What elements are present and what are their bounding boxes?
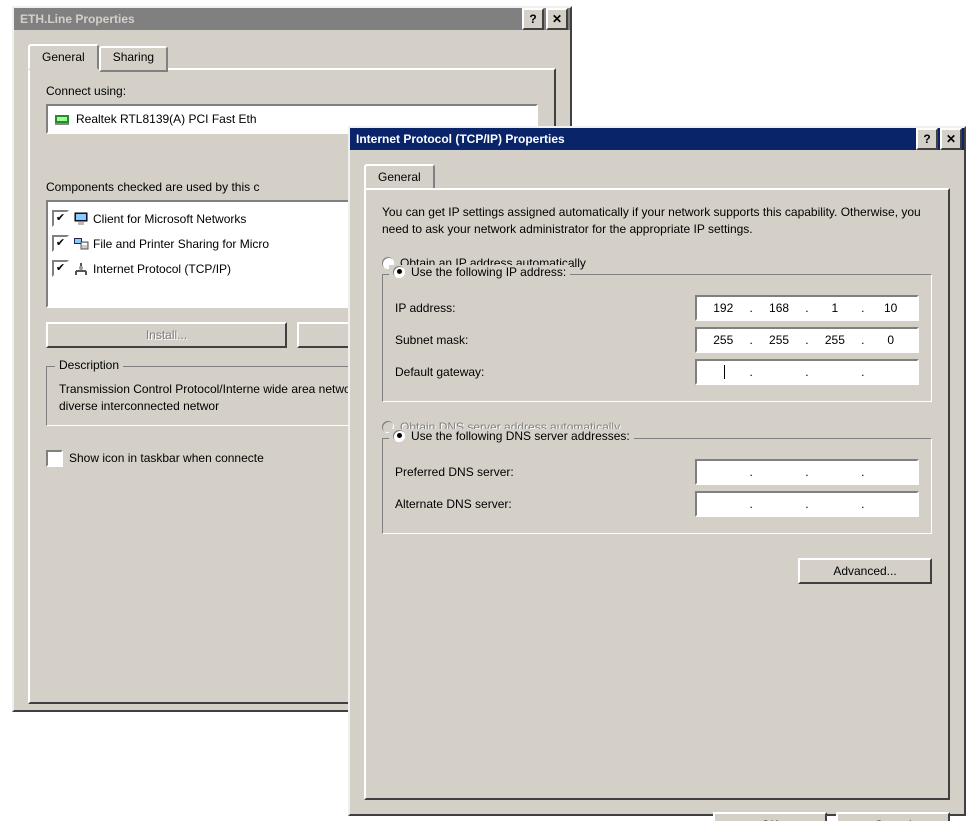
ip-address-label: IP address: — [395, 301, 455, 315]
checkbox-icon[interactable] — [46, 450, 63, 467]
intro-text: You can get IP settings assigned automat… — [382, 204, 932, 238]
alternate-dns-input[interactable]: . . . — [695, 491, 919, 517]
eth-titlebar[interactable]: ETH.Line Properties ? ✕ — [14, 8, 570, 30]
checkbox-icon[interactable]: ✔ — [52, 210, 69, 227]
tcpip-titlebar[interactable]: Internet Protocol (TCP/IP) Properties ? … — [350, 128, 964, 150]
tab-sharing[interactable]: Sharing — [99, 46, 168, 72]
ok-button[interactable]: OK — [713, 812, 827, 821]
checkbox-icon[interactable]: ✔ — [52, 260, 69, 277]
install-button[interactable]: Install... — [46, 322, 287, 348]
adapter-name: Realtek RTL8139(A) PCI Fast Eth — [76, 112, 257, 126]
gateway-input[interactable]: . . . — [695, 359, 919, 385]
subnet-mask-input[interactable]: 255. 255. 255. 0 — [695, 327, 919, 353]
cancel-button[interactable]: Cancel — [836, 812, 950, 821]
tcpip-title: Internet Protocol (TCP/IP) Properties — [356, 132, 916, 146]
list-item-label: Client for Microsoft Networks — [93, 212, 246, 226]
eth-title: ETH.Line Properties — [20, 12, 522, 26]
tab-general[interactable]: General — [28, 44, 99, 70]
gateway-label: Default gateway: — [395, 365, 484, 379]
static-dns-group: Use the following DNS server addresses: … — [382, 438, 932, 534]
printer-icon — [73, 236, 89, 252]
monitor-icon — [73, 211, 89, 227]
close-icon[interactable]: ✕ — [940, 128, 962, 150]
subnet-mask-label: Subnet mask: — [395, 333, 468, 347]
connect-using-label: Connect using: — [46, 84, 538, 98]
radio-static-ip[interactable]: Use the following IP address: — [393, 265, 566, 279]
description-title: Description — [55, 358, 123, 372]
static-ip-group: Use the following IP address: IP address… — [382, 274, 932, 402]
tab-general-label: General — [42, 50, 85, 64]
tab-sharing-label: Sharing — [113, 50, 154, 64]
close-icon[interactable]: ✕ — [546, 8, 568, 30]
alternate-dns-label: Alternate DNS server: — [395, 497, 512, 511]
radio-static-dns-label: Use the following DNS server addresses: — [411, 429, 630, 443]
tab-general-label: General — [378, 170, 421, 184]
preferred-dns-label: Preferred DNS server: — [395, 465, 514, 479]
ip-address-input[interactable]: 192. 168. 1. 10 — [695, 295, 919, 321]
radio-static-dns[interactable]: Use the following DNS server addresses: — [393, 429, 630, 443]
checkbox-icon[interactable]: ✔ — [52, 235, 69, 252]
tab-general[interactable]: General — [364, 164, 435, 190]
radio-icon — [393, 430, 405, 442]
protocol-icon — [73, 261, 89, 277]
show-icon-label: Show icon in taskbar when connecte — [69, 451, 264, 465]
radio-static-ip-label: Use the following IP address: — [411, 265, 566, 279]
list-item-label: Internet Protocol (TCP/IP) — [93, 262, 231, 276]
help-icon[interactable]: ? — [916, 128, 938, 150]
list-item-label: File and Printer Sharing for Micro — [93, 237, 269, 251]
tcpip-properties-window: Internet Protocol (TCP/IP) Properties ? … — [348, 126, 966, 816]
help-icon[interactable]: ? — [522, 8, 544, 30]
preferred-dns-input[interactable]: . . . — [695, 459, 919, 485]
advanced-button[interactable]: Advanced... — [798, 558, 932, 584]
nic-icon — [54, 111, 70, 127]
radio-icon — [393, 266, 405, 278]
